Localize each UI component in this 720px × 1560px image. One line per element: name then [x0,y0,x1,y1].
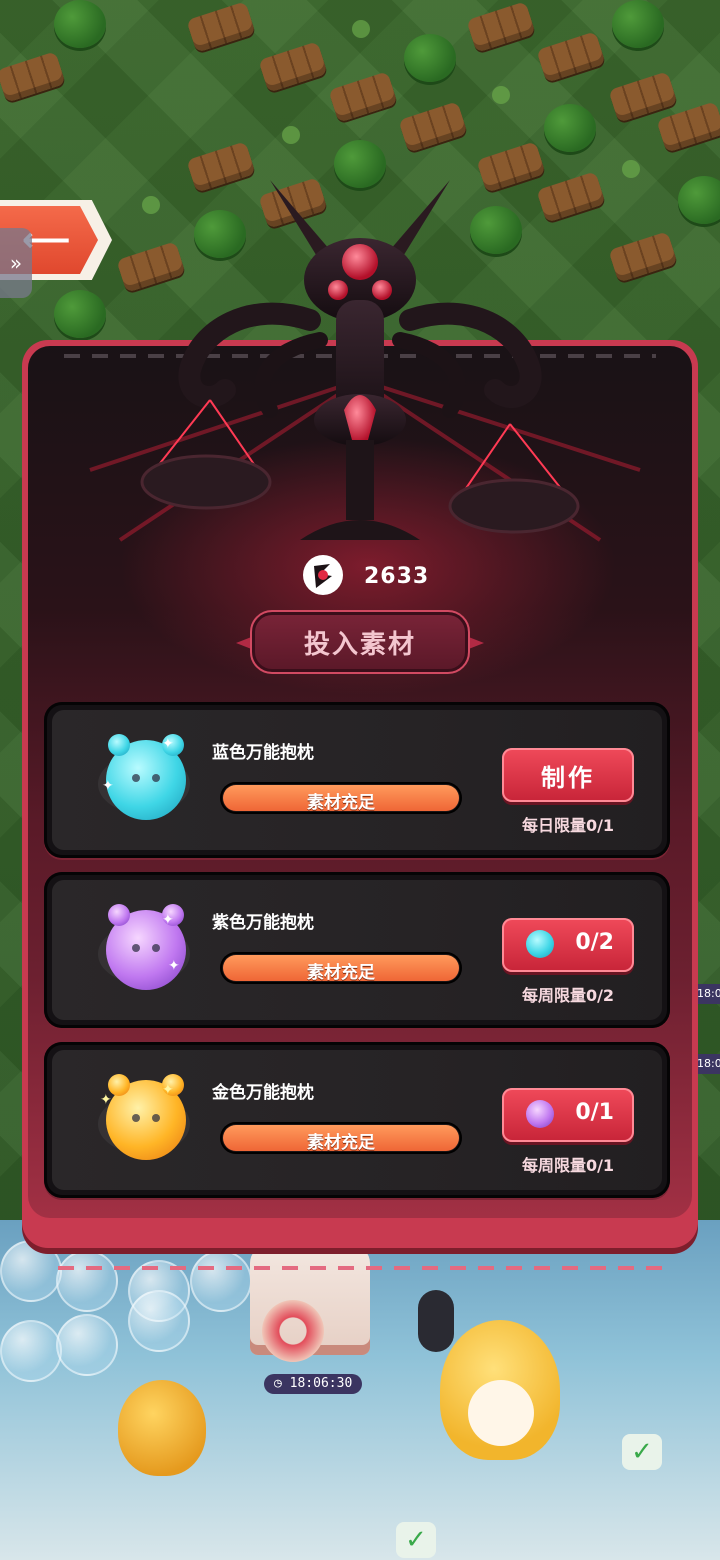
recipe-card-gold: ✦ ✦ 金色万能抱枕 素材充足 0/1 每周限量0/1 [44,1042,670,1198]
material-status: 素材充足 [307,793,375,813]
clover [492,86,510,104]
material-progress-bar: 素材充足 [220,1122,462,1154]
blue-pillow-icon [106,734,186,820]
bubble [56,1314,118,1376]
bubble [128,1290,190,1352]
weekly-limit: 每周限量0/2 [521,986,615,1005]
exchange-count: 0/1 [575,1100,614,1125]
sparkle-icon: ✦ [162,1082,174,1098]
pillow-eye [132,774,140,782]
side-timer: 18:0 [697,1054,720,1074]
bush [544,104,596,152]
bush [612,0,664,48]
craft-button[interactable]: 制作 [502,748,634,802]
chick-building-door [468,1380,534,1446]
sparkle-icon: ✦ [168,958,180,974]
purple-pillow-icon [106,904,186,990]
bubble [190,1250,252,1312]
material-status: 素材充足 [307,963,375,983]
material-status: 素材充足 [307,1133,375,1153]
bush [404,34,456,82]
recipe-card-purple: ✦ ✦ 紫色万能抱枕 素材充足 0/2 每周限量0/2 [44,872,670,1028]
material-progress-bar: 素材充足 [220,952,462,984]
scale-of-balance-artwork [89,180,641,542]
exchange-button[interactable]: 0/1 [502,1088,634,1142]
pillow-ear [108,734,130,756]
donut-sign [262,1300,324,1362]
craft-button-label: 制作 [541,764,595,792]
bubble [0,1240,62,1302]
recipe-name: 蓝色万能抱枕 [212,743,314,763]
sparkle-icon: ✦ [162,912,174,928]
gold-pillow-icon [106,1074,186,1160]
clover [282,126,300,144]
material-progress-bar: 素材充足 [220,782,462,814]
build-timer: ◷ 18:06:30 [264,1374,363,1394]
weekly-limit: 每周限量0/1 [521,1156,615,1175]
exchange-button[interactable]: 0/2 [502,918,634,972]
build-timer-text: 18:06:30 [289,1376,353,1391]
exchange-count: 0/2 [575,930,614,955]
pillow-eye [152,1114,160,1122]
sparkle-icon: ✦ [102,778,114,794]
check-icon[interactable]: ✓ [622,1434,662,1470]
recipe-name: 金色万能抱枕 [212,1083,314,1103]
side-timer-text: 18:0 [697,987,720,1000]
hot-air-balloon[interactable] [118,1380,206,1476]
purple-pillow-icon [526,1100,554,1128]
pillow-eye [152,944,160,952]
blue-pillow-icon [526,930,554,958]
invest-button-label: 投入素材 [303,630,416,660]
scale-token-icon [303,555,343,595]
pillow-eye [132,944,140,952]
recipe-name: 紫色万能抱枕 [212,913,314,933]
pillow-eye [132,1114,140,1122]
side-timer-text: 18:0 [697,1057,720,1070]
currency-amount: 2633 [364,564,430,589]
invest-materials-button[interactable]: 投入素材 [236,610,484,674]
bubble [0,1320,62,1382]
side-timer: 18:0 [697,984,720,1004]
sparkle-icon: ✦ [162,736,174,752]
daily-limit: 每日限量0/1 [521,816,615,835]
panel-bottom-dashes [58,1266,662,1270]
sparkle-icon: ✦ [100,1092,112,1108]
bush [54,0,106,48]
check-icon[interactable]: ✓ [396,1522,436,1558]
recipe-card-blue: ✦ ✦ 蓝色万能抱枕 素材充足 制作 每日限量0/1 [44,702,670,858]
bubble [56,1250,118,1312]
penguin-npc[interactable] [418,1290,454,1352]
pillow-ear [108,904,130,926]
clover [352,20,370,38]
pillow-eye [152,774,160,782]
